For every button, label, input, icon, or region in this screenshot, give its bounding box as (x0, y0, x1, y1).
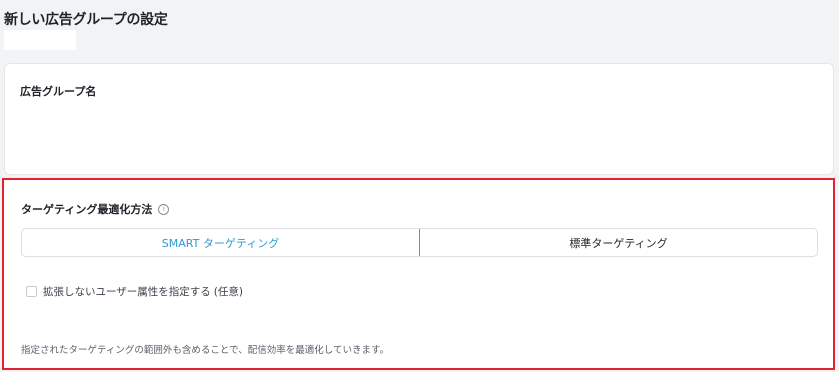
targeting-title: ターゲティング最適化方法 i (21, 201, 170, 217)
ad-group-name-label: 広告グループ名 (20, 85, 97, 98)
targeting-section: ターゲティング最適化方法 i SMART ターゲティング 標準ターゲティング 拡… (2, 178, 835, 370)
tab-standard-targeting[interactable]: 標準ターゲティング (420, 229, 817, 256)
exclude-attributes-label: 拡張しないユーザー属性を指定する (43, 286, 211, 298)
targeting-segmented-control: SMART ターゲティング 標準ターゲティング (21, 228, 818, 257)
targeting-helper-text: 指定されたターゲティングの範囲外も含めることで、配信効率を最適化していきます。 (21, 345, 390, 356)
optional-label: (任意) (213, 286, 243, 298)
exclude-attributes-checkbox[interactable] (26, 286, 37, 297)
info-icon[interactable]: i (158, 203, 170, 215)
tab-smart-targeting[interactable]: SMART ターゲティング (22, 229, 420, 256)
page-title: 新しい広告グループの設定 (4, 12, 168, 28)
subtitle-placeholder (4, 30, 76, 50)
exclude-attributes-option[interactable]: 拡張しないユーザー属性を指定する (任意) (26, 284, 243, 299)
ad-group-name-card: 広告グループ名 (4, 63, 834, 175)
targeting-title-text: ターゲティング最適化方法 (21, 203, 153, 216)
